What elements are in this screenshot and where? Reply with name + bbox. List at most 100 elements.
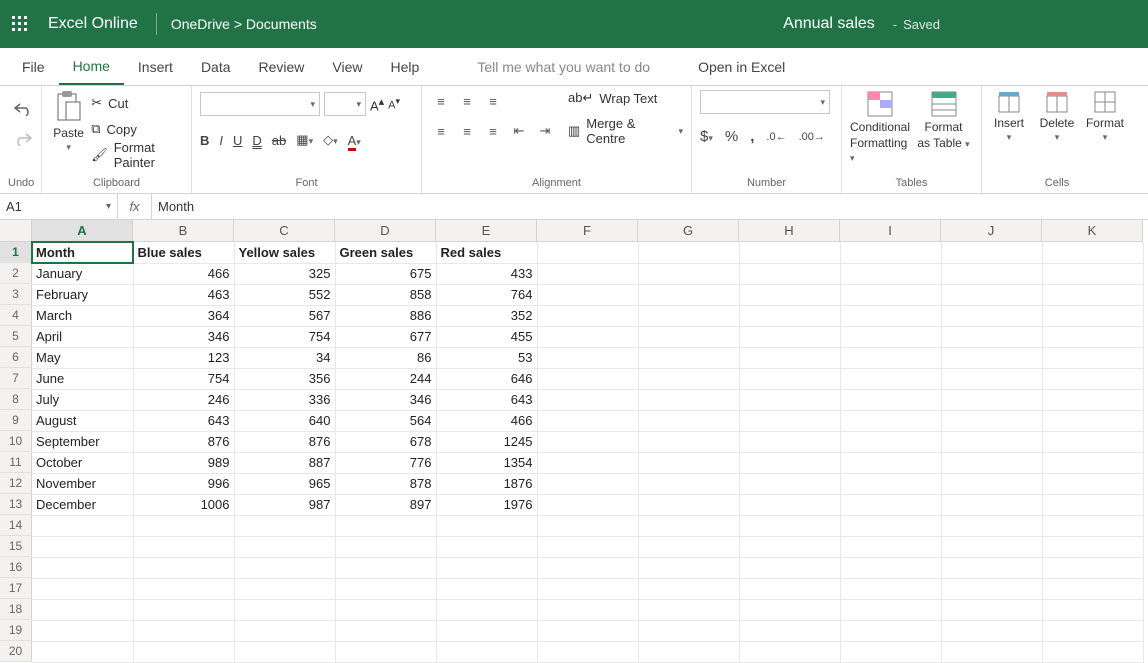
cell-J19[interactable] [941, 620, 1042, 641]
cell-J9[interactable] [941, 410, 1042, 431]
cell-D5[interactable]: 677 [335, 326, 436, 347]
cell-A5[interactable]: April [32, 326, 133, 347]
cell-F1[interactable] [537, 242, 638, 263]
cell-G7[interactable] [638, 368, 739, 389]
column-header-B[interactable]: B [133, 220, 234, 242]
cell-H20[interactable] [739, 641, 840, 662]
align-left-button[interactable]: ≡ [430, 120, 452, 142]
cell-C14[interactable] [234, 515, 335, 536]
menu-view[interactable]: View [318, 48, 376, 85]
cell-D19[interactable] [335, 620, 436, 641]
cell-A7[interactable]: June [32, 368, 133, 389]
row-header-18[interactable]: 18 [0, 599, 32, 620]
cell-G10[interactable] [638, 431, 739, 452]
cell-E20[interactable] [436, 641, 537, 662]
cell-C3[interactable]: 552 [234, 284, 335, 305]
row-header-6[interactable]: 6 [0, 347, 32, 368]
column-header-D[interactable]: D [335, 220, 436, 242]
cell-C18[interactable] [234, 599, 335, 620]
cell-B15[interactable] [133, 536, 234, 557]
cell-F16[interactable] [537, 557, 638, 578]
cell-H13[interactable] [739, 494, 840, 515]
shrink-font-button[interactable]: A▾ [388, 96, 400, 112]
column-header-H[interactable]: H [739, 220, 840, 242]
row-header-17[interactable]: 17 [0, 578, 32, 599]
cell-K11[interactable] [1042, 452, 1143, 473]
formula-input[interactable]: Month [152, 199, 194, 214]
cell-J13[interactable] [941, 494, 1042, 515]
cell-H5[interactable] [739, 326, 840, 347]
cell-D11[interactable]: 776 [335, 452, 436, 473]
cell-I7[interactable] [840, 368, 941, 389]
cell-G13[interactable] [638, 494, 739, 515]
cell-C9[interactable]: 640 [234, 410, 335, 431]
cell-F14[interactable] [537, 515, 638, 536]
cell-I5[interactable] [840, 326, 941, 347]
spreadsheet-grid[interactable]: MonthBlue salesYellow salesGreen salesRe… [32, 242, 1144, 663]
align-right-button[interactable]: ≡ [482, 120, 504, 142]
cell-A9[interactable]: August [32, 410, 133, 431]
decrease-decimal-button[interactable]: .00→ [799, 131, 825, 143]
cell-E1[interactable]: Red sales [436, 242, 537, 263]
cell-D7[interactable]: 244 [335, 368, 436, 389]
cell-I16[interactable] [840, 557, 941, 578]
cell-H19[interactable] [739, 620, 840, 641]
decrease-indent-button[interactable]: ⇤ [508, 120, 530, 142]
cell-K19[interactable] [1042, 620, 1143, 641]
cell-C20[interactable] [234, 641, 335, 662]
font-color-button[interactable]: A▾ [348, 133, 361, 148]
cell-D17[interactable] [335, 578, 436, 599]
cell-K17[interactable] [1042, 578, 1143, 599]
cell-B9[interactable]: 643 [133, 410, 234, 431]
cell-H12[interactable] [739, 473, 840, 494]
menu-help[interactable]: Help [377, 48, 434, 85]
percent-button[interactable]: % [725, 128, 738, 145]
cell-H8[interactable] [739, 389, 840, 410]
cut-button[interactable]: ✂Cut [91, 92, 183, 114]
cell-D9[interactable]: 564 [335, 410, 436, 431]
cell-B7[interactable]: 754 [133, 368, 234, 389]
cell-E6[interactable]: 53 [436, 347, 537, 368]
cell-G5[interactable] [638, 326, 739, 347]
cell-J1[interactable] [941, 242, 1042, 263]
cell-A10[interactable]: September [32, 431, 133, 452]
cell-D3[interactable]: 858 [335, 284, 436, 305]
cell-I10[interactable] [840, 431, 941, 452]
cell-I15[interactable] [840, 536, 941, 557]
cell-B11[interactable]: 989 [133, 452, 234, 473]
cell-K13[interactable] [1042, 494, 1143, 515]
cell-G11[interactable] [638, 452, 739, 473]
cell-E11[interactable]: 1354 [436, 452, 537, 473]
cell-F5[interactable] [537, 326, 638, 347]
cell-D4[interactable]: 886 [335, 305, 436, 326]
row-header-14[interactable]: 14 [0, 515, 32, 536]
cell-H18[interactable] [739, 599, 840, 620]
format-painter-button[interactable]: 🖌Format Painter [91, 144, 183, 166]
row-header-1[interactable]: 1 [0, 242, 32, 263]
cell-G3[interactable] [638, 284, 739, 305]
cell-E17[interactable] [436, 578, 537, 599]
cell-K6[interactable] [1042, 347, 1143, 368]
cell-D8[interactable]: 346 [335, 389, 436, 410]
cell-C4[interactable]: 567 [234, 305, 335, 326]
row-header-2[interactable]: 2 [0, 263, 32, 284]
cell-B13[interactable]: 1006 [133, 494, 234, 515]
align-top-button[interactable]: ≡ [430, 90, 452, 112]
cell-F4[interactable] [537, 305, 638, 326]
cell-B5[interactable]: 346 [133, 326, 234, 347]
cell-A19[interactable] [32, 620, 133, 641]
cell-E3[interactable]: 764 [436, 284, 537, 305]
cell-G9[interactable] [638, 410, 739, 431]
cell-A12[interactable]: November [32, 473, 133, 494]
row-header-12[interactable]: 12 [0, 473, 32, 494]
cell-B16[interactable] [133, 557, 234, 578]
cell-I14[interactable] [840, 515, 941, 536]
breadcrumb[interactable]: OneDrive > Documents [171, 16, 317, 32]
cell-F19[interactable] [537, 620, 638, 641]
cell-B19[interactable] [133, 620, 234, 641]
cell-D6[interactable]: 86 [335, 347, 436, 368]
row-header-4[interactable]: 4 [0, 305, 32, 326]
cell-C2[interactable]: 325 [234, 263, 335, 284]
cell-G18[interactable] [638, 599, 739, 620]
cell-C7[interactable]: 356 [234, 368, 335, 389]
